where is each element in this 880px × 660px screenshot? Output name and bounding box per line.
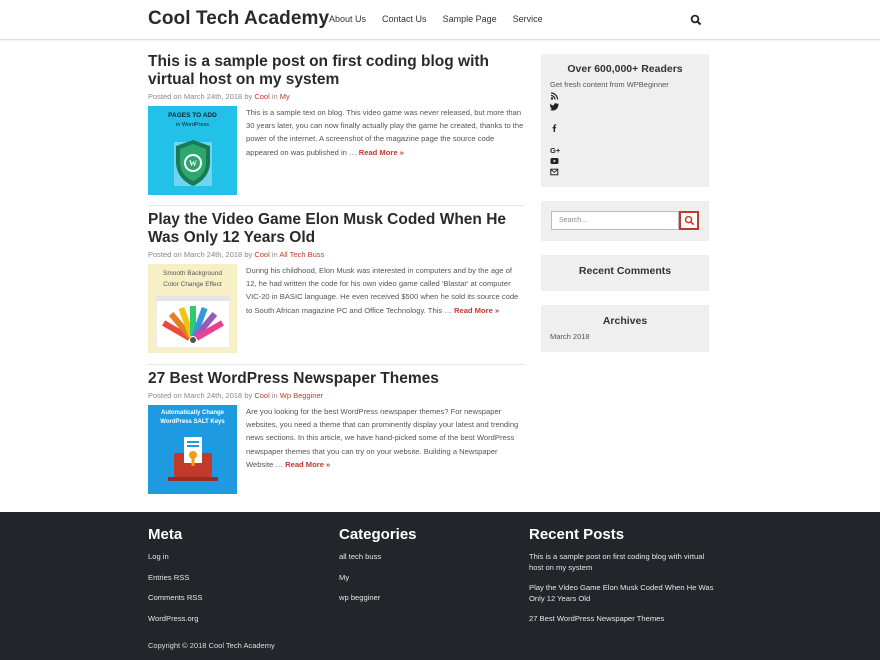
youtube-icon[interactable] (550, 157, 560, 165)
post-article: Play the Video Game Elon Musk Coded When… (148, 211, 524, 354)
post-category-link[interactable]: All Tech Buss (279, 250, 324, 259)
search-widget: Search... (541, 201, 709, 241)
post-category-link[interactable]: Wp Begginer (280, 391, 323, 400)
post-title[interactable]: Play the Video Game Elon Musk Coded When… (148, 211, 524, 247)
post-date: Posted on March 24th, 2018 by (148, 391, 255, 400)
post-title[interactable]: This is a sample post on first coding bl… (148, 53, 524, 89)
color-palette-icon (156, 296, 230, 348)
thumb-text: WordPress SALT Keys (160, 419, 225, 425)
sidebar-search-input[interactable]: Search... (551, 211, 679, 230)
post-category-link[interactable]: My (280, 92, 290, 101)
copyright-text: Copyright © 2018 Cool Tech Academy (148, 641, 275, 650)
widget-title: Recent Comments (578, 265, 672, 277)
footer-category-link[interactable]: My (339, 573, 509, 584)
thumb-text: Color Change Effect (163, 281, 222, 288)
svg-text:G+: G+ (550, 146, 560, 154)
thumb-text: Automatically Change (160, 410, 224, 416)
read-more-link[interactable]: Read More » (454, 306, 499, 315)
search-submit-button[interactable] (679, 211, 699, 230)
site-title[interactable]: Cool Tech Academy (148, 8, 329, 30)
post-thumbnail[interactable]: Automatically Change WordPress SALT Keys (148, 405, 237, 494)
twitter-icon[interactable] (550, 103, 560, 111)
post-thumbnail[interactable]: PAGES TO ADD in WordPress W (148, 106, 237, 195)
nav-sample-page[interactable]: Sample Page (443, 14, 497, 24)
post-excerpt: During his childhood, Elon Musk was inte… (246, 264, 524, 317)
facebook-icon[interactable] (550, 124, 560, 132)
widget-title: Archives (602, 315, 648, 327)
post-title[interactable]: 27 Best WordPress Newspaper Themes (148, 370, 524, 388)
post-in-word: in (269, 391, 280, 400)
widget-title: Over 600,000+ Readers (567, 63, 683, 75)
thumb-text: in WordPress (176, 122, 209, 128)
search-icon[interactable] (690, 13, 702, 26)
search-icon (684, 215, 695, 226)
recent-comments-widget: Recent Comments (541, 255, 709, 291)
thumb-text: Smooth Background (163, 270, 222, 277)
rss-icon[interactable] (550, 92, 560, 100)
post-divider (148, 205, 524, 206)
svg-text:W: W (189, 159, 197, 168)
footer-category-link[interactable]: wp begginer (339, 593, 509, 604)
post-in-word: in (269, 92, 280, 101)
readers-widget: Over 600,000+ Readers Get fresh content … (541, 54, 709, 187)
archive-link[interactable]: March 2018 (550, 332, 590, 341)
footer-heading: Recent Posts (529, 526, 625, 543)
footer-recent-post-link[interactable]: Play the Video Game Elon Musk Coded When… (529, 583, 714, 604)
google-plus-icon[interactable]: G+ (550, 146, 560, 154)
post-meta: Posted on March 24th, 2018 by Cool in My (148, 92, 524, 101)
post-author-link[interactable]: Cool (254, 391, 269, 400)
main-nav: About Us Contact Us Sample Page Service (329, 14, 559, 24)
post-article: 27 Best WordPress Newspaper Themes Poste… (148, 370, 524, 495)
footer-recent-posts-column: Recent Posts This is a sample post on fi… (529, 526, 714, 625)
footer-category-link[interactable]: all tech buss (339, 552, 509, 563)
footer-recent-post-link[interactable]: 27 Best WordPress Newspaper Themes (529, 614, 714, 625)
key-laptop-icon (168, 437, 218, 481)
footer-heading: Meta (148, 526, 183, 543)
footer-link[interactable]: Comments RSS (148, 593, 318, 604)
post-author-link[interactable]: Cool (254, 92, 269, 101)
post-date: Posted on March 24th, 2018 by (148, 92, 255, 101)
footer-categories-column: Categories all tech buss My wp begginer (339, 526, 509, 604)
read-more-link[interactable]: Read More » (359, 148, 404, 157)
nav-contact-us[interactable]: Contact Us (382, 14, 427, 24)
footer-link[interactable]: Log in (148, 552, 318, 563)
post-meta: Posted on March 24th, 2018 by Cool in Wp… (148, 391, 524, 400)
thumb-text: PAGES TO ADD (168, 112, 217, 119)
post-author-link[interactable]: Cool (254, 250, 269, 259)
post-date: Posted on March 24th, 2018 by (148, 250, 255, 259)
footer-link[interactable]: WordPress.org (148, 614, 318, 625)
post-divider (148, 364, 524, 365)
read-more-link[interactable]: Read More » (285, 460, 330, 469)
post-excerpt: This is a sample text on blog. This vide… (246, 106, 524, 159)
nav-about-us[interactable]: About Us (329, 14, 366, 24)
footer-recent-post-link[interactable]: This is a sample post on first coding bl… (529, 552, 714, 573)
site-header: Cool Tech Academy About Us Contact Us Sa… (0, 0, 880, 40)
post-meta: Posted on March 24th, 2018 by Cool in Al… (148, 250, 524, 259)
archives-widget: Archives March 2018 (541, 305, 709, 352)
footer-meta-column: Meta Log in Entries RSS Comments RSS Wor… (148, 526, 318, 624)
footer-heading: Categories (339, 526, 417, 543)
post-in-word: in (269, 250, 280, 259)
email-icon[interactable] (550, 168, 560, 176)
post-article: This is a sample post on first coding bl… (148, 53, 524, 196)
shield-icon: W (174, 140, 212, 186)
footer-link[interactable]: Entries RSS (148, 573, 318, 584)
nav-service[interactable]: Service (513, 14, 543, 24)
widget-subtitle: Get fresh content from WPBeginner (550, 80, 669, 89)
post-excerpt: Are you looking for the best WordPress n… (246, 405, 524, 471)
post-thumbnail[interactable]: Smooth Background Color Change Effect (148, 264, 237, 353)
site-footer: Meta Log in Entries RSS Comments RSS Wor… (0, 512, 880, 660)
